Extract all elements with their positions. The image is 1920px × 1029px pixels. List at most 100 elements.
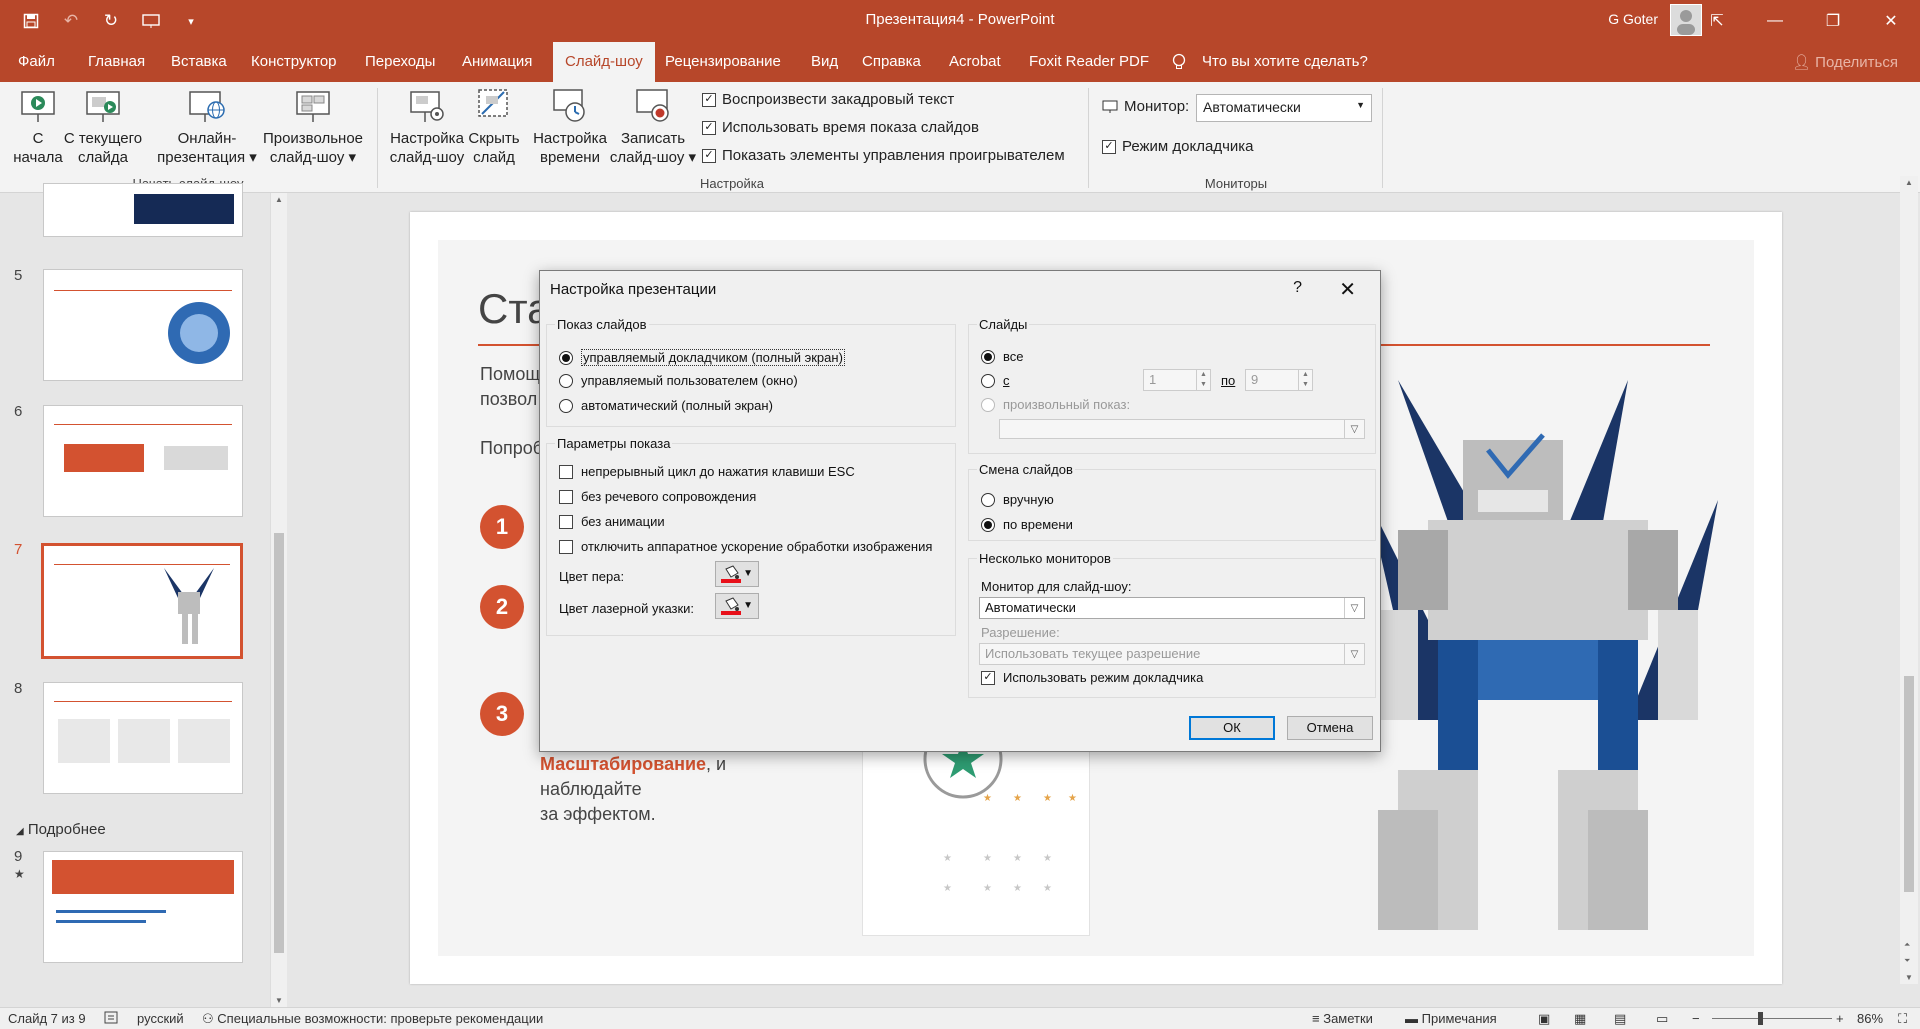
zoom-level[interactable]: 86% xyxy=(1857,1011,1883,1026)
play-narrations-checkbox[interactable]: ✓ Воспроизвести закадровый текст xyxy=(702,91,954,108)
tab-view[interactable]: Вид xyxy=(811,42,838,82)
present-online-button[interactable]: Онлайн- презентация ▾ xyxy=(152,86,262,167)
tab-home[interactable]: Главная xyxy=(88,42,145,82)
save-icon[interactable] xyxy=(14,6,48,36)
presented-by-speaker-radio[interactable]: управляемый докладчиком (полный экран) xyxy=(559,349,845,366)
tab-help[interactable]: Справка xyxy=(862,42,921,82)
slide-thumbnail[interactable] xyxy=(43,851,243,963)
use-timings-checkbox[interactable]: ✓ Использовать время показа слайдов xyxy=(702,119,979,136)
advance-manually-radio[interactable]: вручную xyxy=(981,492,1054,507)
tell-me-search[interactable]: Что вы хотите сделать? xyxy=(1202,42,1368,82)
start-slideshow-icon[interactable] xyxy=(134,6,168,36)
slide-show-view-icon[interactable]: ▭ xyxy=(1656,1011,1668,1027)
scroll-down-icon[interactable]: ▼ xyxy=(275,996,283,1005)
accessibility-status[interactable]: ⚇ Специальные возможности: проверьте рек… xyxy=(202,1011,543,1027)
tab-file[interactable]: Файл xyxy=(18,42,55,82)
reading-view-icon[interactable]: ▤ xyxy=(1614,1011,1626,1027)
thumbnails-scrollbar[interactable]: ▲ ▼ xyxy=(270,193,287,1007)
zoom-slider-thumb[interactable] xyxy=(1758,1012,1763,1025)
step-number: 2 xyxy=(480,585,524,629)
slide-thumbnail-selected[interactable] xyxy=(41,543,243,659)
tab-design[interactable]: Конструктор xyxy=(251,42,337,82)
use-presenter-view-checkbox[interactable]: ✓ Использовать режим докладчика xyxy=(981,670,1203,685)
close-icon[interactable]: ✕ xyxy=(1339,277,1356,302)
slide-sorter-icon[interactable]: ▦ xyxy=(1574,1011,1586,1027)
tab-insert[interactable]: Вставка xyxy=(171,42,227,82)
thumbnail-image xyxy=(164,446,228,470)
user-name[interactable]: G Goter xyxy=(1608,11,1658,27)
show-without-animation-checkbox[interactable]: без анимации xyxy=(559,514,665,529)
restore-icon[interactable]: ❐ xyxy=(1804,0,1862,42)
advance-using-timings-radio[interactable]: по времени xyxy=(981,517,1073,532)
step-text[interactable]: за эффектом. xyxy=(540,802,656,827)
notes-button[interactable]: ≡ Заметки xyxy=(1312,1011,1373,1026)
laser-color-button[interactable]: ▼ xyxy=(715,593,759,619)
undo-icon[interactable]: ↶ xyxy=(54,6,88,36)
zoom-slider[interactable] xyxy=(1712,1018,1832,1019)
scroll-down-icon[interactable]: ▼ xyxy=(1905,973,1913,982)
zoom-out-icon[interactable]: − xyxy=(1692,1011,1700,1026)
scroll-up-icon[interactable]: ▲ xyxy=(1905,178,1913,187)
thumbnail-image xyxy=(178,719,230,763)
section-header[interactable]: ◢ Подробнее xyxy=(16,821,106,838)
step-number: 1 xyxy=(480,505,524,549)
browsed-at-kiosk-radio[interactable]: автоматический (полный экран) xyxy=(559,398,773,413)
from-beginning-button[interactable]: С начала xyxy=(8,86,68,167)
show-media-controls-checkbox[interactable]: ✓ Показать элементы управления проигрыва… xyxy=(702,147,1065,164)
repeat-icon[interactable]: ↻ xyxy=(94,6,128,36)
thumbnail-image xyxy=(134,194,234,224)
loop-until-esc-checkbox[interactable]: непрерывный цикл до нажатия клавиши ESC xyxy=(559,464,855,479)
slide-body-line[interactable]: позвол xyxy=(480,387,537,412)
cancel-button[interactable]: Отмена xyxy=(1287,716,1373,740)
slide-body-line[interactable]: Попроб xyxy=(480,436,543,461)
custom-slide-show-button[interactable]: Произвольное слайд-шоу ▾ xyxy=(256,86,370,167)
share-button[interactable]: 👤︎ Поделиться xyxy=(1792,53,1898,71)
slide-thumbnail[interactable] xyxy=(43,183,243,237)
scroll-up-icon[interactable]: ▲ xyxy=(275,195,283,204)
slide-scrollbar[interactable]: ▲ ⏶ ⏷ ▼ xyxy=(1900,176,1918,984)
comments-button[interactable]: ▬ Примечания xyxy=(1405,1011,1497,1026)
hide-slide-button[interactable]: Скрыть слайд xyxy=(466,86,522,167)
zoom-in-icon[interactable]: + xyxy=(1836,1011,1844,1026)
slide-body-line[interactable]: Помощ xyxy=(480,362,540,387)
record-slide-show-button[interactable]: Записать слайд-шоу ▾ xyxy=(608,86,698,167)
tab-transitions[interactable]: Переходы xyxy=(365,42,435,82)
rehearse-timings-button[interactable]: Настройка времени xyxy=(530,86,610,167)
minimize-icon[interactable]: — xyxy=(1746,0,1804,42)
spelling-icon[interactable] xyxy=(104,1011,120,1028)
help-icon[interactable]: ? xyxy=(1293,279,1302,297)
browsed-by-individual-radio[interactable]: управляемый пользователем (окно) xyxy=(559,373,798,388)
tab-review[interactable]: Рецензирование xyxy=(665,42,781,82)
tab-animations[interactable]: Анимация xyxy=(462,42,532,82)
next-slide-icon[interactable]: ⏷ xyxy=(1904,956,1910,966)
tab-slide-show[interactable]: Слайд-шоу xyxy=(553,42,655,82)
customize-toolbar-icon[interactable]: ▾ xyxy=(174,6,208,36)
radio-unselected xyxy=(981,492,995,507)
use-presenter-view-checkbox[interactable]: ✓ Режим докладчика xyxy=(1102,138,1254,155)
show-without-narration-checkbox[interactable]: без речевого сопровождения xyxy=(559,489,756,504)
tab-foxit[interactable]: Foxit Reader PDF xyxy=(1029,42,1149,82)
close-icon[interactable]: ✕ xyxy=(1862,0,1920,42)
previous-slide-icon[interactable]: ⏶ xyxy=(1904,940,1910,950)
step-text[interactable]: Масштабирование, и xyxy=(540,752,726,777)
slide-thumbnail[interactable] xyxy=(43,269,243,381)
from-current-slide-button[interactable]: С текущего слайда xyxy=(60,86,146,167)
fit-slide-icon[interactable]: ⛶ xyxy=(1898,1011,1907,1027)
set-up-slide-show-button[interactable]: Настройка слайд-шоу xyxy=(384,86,470,167)
ribbon-display-options-icon[interactable]: ⇱ xyxy=(1688,0,1746,42)
slide-thumbnail[interactable] xyxy=(43,682,243,794)
scrollbar-thumb[interactable] xyxy=(274,533,284,953)
all-slides-radio[interactable]: все xyxy=(981,349,1024,364)
from-slide-radio[interactable]: с xyxy=(981,373,1010,388)
monitor-select[interactable]: Автоматически ▼ xyxy=(1196,94,1372,122)
ok-button[interactable]: ОК xyxy=(1189,716,1275,740)
pen-color-button[interactable]: ▼ xyxy=(715,561,759,587)
slide-thumbnail[interactable] xyxy=(43,405,243,517)
normal-view-icon[interactable]: ▣ xyxy=(1538,1011,1550,1027)
language-status[interactable]: русский xyxy=(137,1011,184,1026)
tab-acrobat[interactable]: Acrobat xyxy=(949,42,1001,82)
step-text[interactable]: наблюдайте xyxy=(540,777,642,802)
scrollbar-thumb[interactable] xyxy=(1904,676,1914,892)
slideshow-monitor-select[interactable]: Автоматически ▽ xyxy=(979,597,1365,619)
disable-hardware-acceleration-checkbox[interactable]: отключить аппаратное ускорение обработки… xyxy=(559,539,932,554)
